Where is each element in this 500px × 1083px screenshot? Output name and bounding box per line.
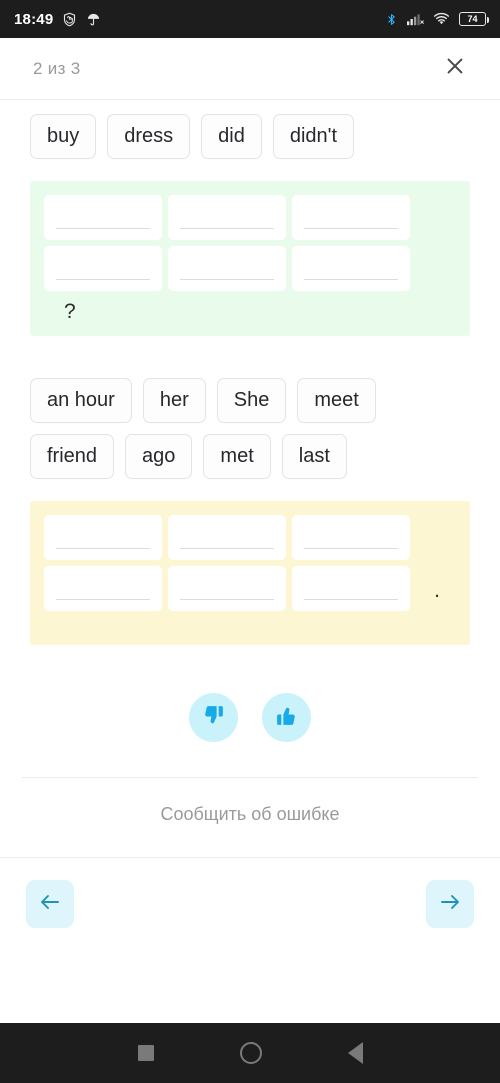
answer-slot[interactable] xyxy=(292,246,410,291)
answer-slot-grid-1 xyxy=(44,195,456,291)
answer-slot[interactable] xyxy=(44,515,162,560)
close-button[interactable] xyxy=(438,52,472,86)
word-chip[interactable]: ago xyxy=(125,434,193,479)
question-counter: 2 из 3 xyxy=(33,58,81,78)
answer-slot[interactable] xyxy=(292,195,410,240)
answer-slot[interactable] xyxy=(168,246,286,291)
word-chip[interactable]: last xyxy=(281,434,347,479)
exercise-navigation xyxy=(0,858,500,928)
answer-slot[interactable] xyxy=(292,566,410,611)
phone-screen: 18:49 74 2 из 3 buy dress did didn't ? a… xyxy=(0,0,500,1083)
sentence-punctuation: . xyxy=(434,579,440,602)
answer-slot[interactable] xyxy=(44,195,162,240)
answer-slot[interactable] xyxy=(168,566,286,611)
status-bar: 18:49 74 xyxy=(0,0,500,38)
answer-slot[interactable] xyxy=(44,566,162,611)
do-not-disturb-icon xyxy=(62,12,77,27)
like-button[interactable] xyxy=(262,693,311,742)
close-icon xyxy=(444,55,466,82)
word-chip[interactable]: did xyxy=(201,114,262,159)
word-chip[interactable]: buy xyxy=(30,114,97,159)
status-bar-right: 74 xyxy=(385,12,489,27)
word-bank-2: an hour her She meet friend ago met last xyxy=(0,336,500,479)
previous-button[interactable] xyxy=(26,880,74,928)
triangle-back-icon[interactable] xyxy=(347,1042,363,1064)
answer-slot[interactable] xyxy=(168,195,286,240)
answer-slot[interactable] xyxy=(292,515,410,560)
feedback-row xyxy=(0,693,500,742)
word-bank-1: buy dress did didn't xyxy=(0,100,500,159)
square-recents-icon[interactable] xyxy=(137,1045,154,1061)
circle-home-icon[interactable] xyxy=(239,1042,262,1064)
cellular-signal-icon xyxy=(407,12,424,26)
next-button[interactable] xyxy=(426,880,474,928)
umbrella-icon xyxy=(86,12,101,27)
answer-slot-grid-2 xyxy=(44,515,456,611)
battery-indicator: 74 xyxy=(459,12,489,26)
answer-slot[interactable] xyxy=(44,246,162,291)
status-bar-left: 18:49 xyxy=(14,11,101,28)
wifi-icon xyxy=(433,12,450,26)
word-chip[interactable]: met xyxy=(203,434,271,479)
thumbs-up-icon xyxy=(274,703,299,733)
word-chip[interactable]: didn't xyxy=(272,114,355,159)
word-chip[interactable]: dress xyxy=(107,114,191,159)
answer-zone-1[interactable]: ? xyxy=(30,181,470,336)
report-row: Сообщить об ошибке xyxy=(0,778,500,825)
word-chip[interactable]: friend xyxy=(30,434,115,479)
battery-percent: 74 xyxy=(467,13,478,24)
sentence-punctuation: ? xyxy=(64,300,76,323)
dislike-button[interactable] xyxy=(189,693,238,742)
arrow-left-icon xyxy=(38,890,62,919)
exercise-content: buy dress did didn't ? an hour her She m… xyxy=(0,100,500,928)
status-bar-clock: 18:49 xyxy=(14,10,54,28)
word-chip[interactable]: She xyxy=(216,378,287,423)
thumbs-down-icon xyxy=(201,703,226,733)
app-header: 2 из 3 xyxy=(0,38,500,100)
bluetooth-icon xyxy=(385,12,398,27)
answer-zone-2[interactable]: . xyxy=(30,501,470,645)
report-error-link[interactable]: Сообщить об ошибке xyxy=(160,804,339,825)
answer-slot[interactable] xyxy=(168,515,286,560)
arrow-right-icon xyxy=(438,890,462,919)
word-chip[interactable]: meet xyxy=(297,378,376,423)
word-chip[interactable]: an hour xyxy=(30,378,132,423)
word-chip[interactable]: her xyxy=(142,378,206,423)
system-navigation-bar xyxy=(0,1023,500,1083)
